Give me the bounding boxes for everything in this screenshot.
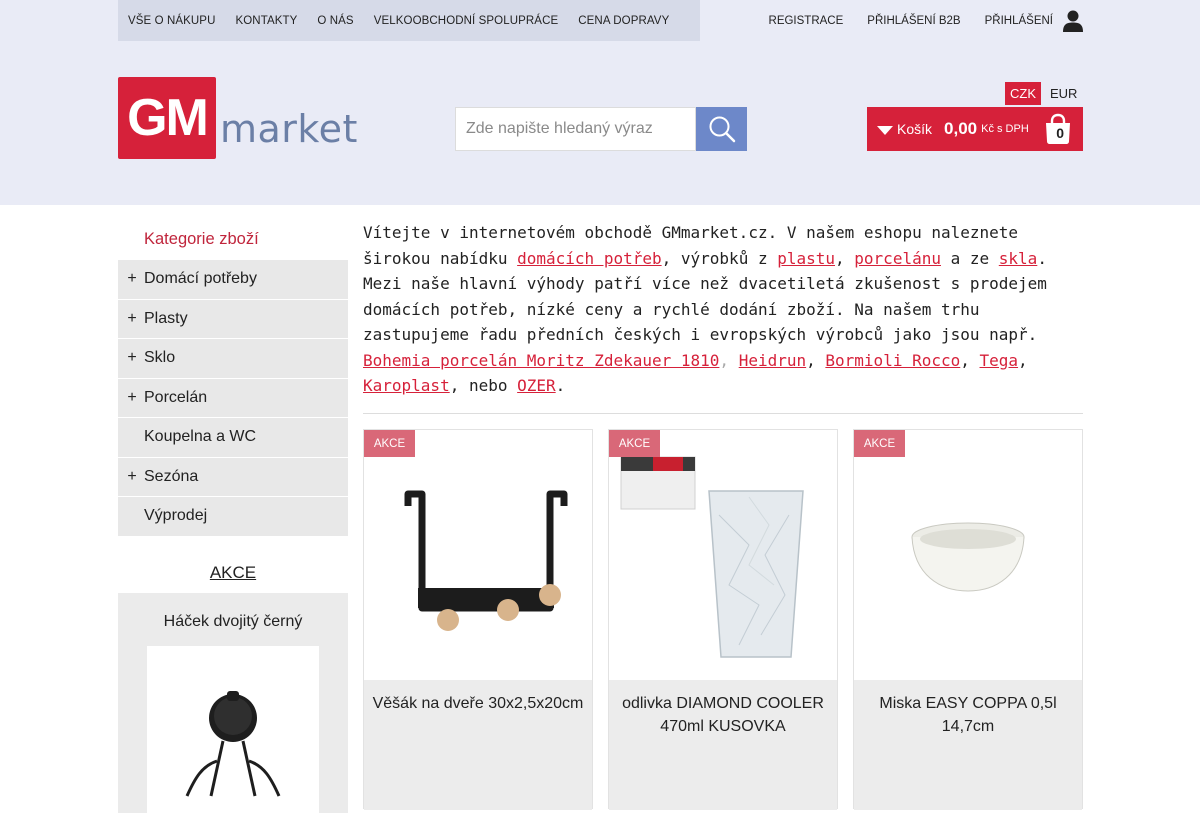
cart-amount: 0,00	[944, 119, 978, 138]
expand-icon[interactable]: +	[118, 389, 144, 407]
category-label: Výprodej	[144, 507, 208, 525]
nav-kontakty[interactable]: KONTAKTY	[235, 15, 297, 27]
intro-text-part: a ze	[940, 248, 999, 268]
category-label: Sklo	[144, 349, 176, 367]
link-tega[interactable]: Tega	[980, 351, 1019, 370]
link-heidrun[interactable]: Heidrun	[739, 351, 806, 370]
category-heading: Kategorie zboží	[144, 230, 259, 248]
link-skla[interactable]: skla	[999, 249, 1038, 268]
intro-text-part: .	[555, 376, 566, 395]
intro-text: Vítejte v internetovém obchodě GMmarket.…	[363, 220, 1083, 399]
intro-text-part: , výrobků z	[661, 248, 778, 268]
category-label: Domácí potřeby	[144, 270, 257, 288]
promo-product[interactable]: Háček dvojitý černý	[118, 592, 348, 816]
intro-text-part: ,	[1018, 350, 1028, 370]
currency-eur[interactable]: EUR	[1045, 82, 1082, 105]
link-bormioli-rocco[interactable]: Bormioli Rocco	[825, 351, 960, 370]
nav-velkoobchodni-spoluprace[interactable]: VELKOOBCHODNÍ SPOLUPRÁCE	[374, 15, 559, 27]
register-link[interactable]: REGISTRACE	[769, 15, 844, 27]
link-porcelanu[interactable]: porcelánu	[854, 249, 941, 268]
product-grid: AKCE Věšák na dveře 30x2,5x20cm AKCE odl…	[363, 429, 1098, 810]
sale-badge: AKCE	[609, 430, 660, 457]
intro-text-part: ,	[806, 350, 826, 370]
top-navigation: VŠE O NÁKUPU KONTAKTY O NÁS VELKOOBCHODN…	[118, 0, 700, 41]
promo-product-image[interactable]	[147, 645, 319, 816]
product-image[interactable]	[609, 430, 837, 680]
category-label: Koupelna a WC	[144, 428, 257, 446]
glass-illustration	[620, 456, 804, 658]
nav-o-nas[interactable]: O NÁS	[317, 15, 353, 27]
product-name[interactable]: Věšák na dveře 30x2,5x20cm	[364, 680, 592, 810]
search-button[interactable]	[696, 107, 747, 151]
nav-vse-o-nakupu[interactable]: VŠE O NÁKUPU	[128, 15, 215, 27]
product-name[interactable]: odlivka DIAMOND COOLER 470ml KUSOVKA	[609, 680, 837, 810]
intro-text-part: , nebo	[449, 376, 518, 395]
link-plastu[interactable]: plastu	[777, 249, 835, 268]
account-links: REGISTRACE PŘIHLÁŠENÍ B2B PŘIHLÁŠENÍ	[745, 0, 1083, 41]
akce-link[interactable]: AKCE	[118, 563, 348, 583]
b2b-login-link[interactable]: PŘIHLÁŠENÍ B2B	[867, 15, 960, 27]
login-link[interactable]: PŘIHLÁŠENÍ	[985, 15, 1053, 27]
bowl-illustration	[911, 522, 1025, 592]
category-vyprodej[interactable]: Výprodej	[118, 497, 348, 537]
cart-button[interactable]: Košík 0,00 Kč s DPH 0	[867, 107, 1083, 151]
link-domaci-potreby[interactable]: domácích potřeb	[517, 249, 662, 268]
product-image[interactable]	[854, 430, 1082, 680]
user-icon[interactable]	[1063, 10, 1083, 32]
double-hook-illustration	[185, 690, 281, 797]
category-label: Porcelán	[144, 388, 208, 406]
category-porcelan[interactable]: + Porcelán	[118, 378, 348, 418]
product-card[interactable]: AKCE odlivka DIAMOND COOLER 470ml KUSOVK…	[608, 429, 838, 810]
product-card[interactable]: AKCE Věšák na dveře 30x2,5x20cm	[363, 429, 593, 810]
nav-cena-dopravy[interactable]: CENA DOPRAVY	[578, 15, 669, 27]
intro-text-part: ,	[835, 248, 855, 268]
category-koupelna-a-wc[interactable]: Koupelna a WC	[118, 418, 348, 458]
cart-currency-note: Kč s DPH	[981, 123, 1029, 135]
product-image[interactable]	[364, 430, 592, 680]
door-hanger-illustration	[404, 490, 568, 631]
expand-icon[interactable]: +	[118, 349, 144, 367]
content-divider	[363, 413, 1083, 414]
cart-label: Košík	[897, 121, 933, 137]
promo-product-name: Háček dvojitý černý	[163, 612, 303, 630]
category-sezona[interactable]: + Sezóna	[118, 457, 348, 497]
expand-icon[interactable]: +	[118, 310, 144, 328]
expand-icon[interactable]: +	[118, 468, 144, 486]
site-logo[interactable]: GM market	[118, 77, 358, 159]
intro-text-part: ,	[960, 350, 980, 370]
currency-switcher: CZK EUR	[1005, 82, 1086, 105]
logo-word: market	[220, 107, 358, 151]
category-plasty[interactable]: + Plasty	[118, 299, 348, 339]
product-name[interactable]: Miska EASY COPPA 0,5l 14,7cm	[854, 680, 1082, 810]
currency-czk[interactable]: CZK	[1005, 82, 1041, 105]
category-label: Plasty	[144, 309, 188, 327]
search-bar	[455, 107, 747, 151]
link-ozer[interactable]: OZER	[517, 376, 556, 395]
intro-text-part: ,	[719, 350, 739, 370]
search-input[interactable]	[455, 107, 696, 151]
product-card[interactable]: AKCE Miska EASY COPPA 0,5l 14,7cm	[853, 429, 1083, 810]
logo-mark: GM	[118, 77, 216, 159]
expand-icon[interactable]: +	[118, 270, 144, 288]
link-karoplast[interactable]: Karoplast	[363, 376, 450, 395]
category-label: Sezóna	[144, 467, 199, 485]
category-sklo[interactable]: + Sklo	[118, 339, 348, 379]
sale-badge: AKCE	[854, 430, 905, 457]
cart-count: 0	[1056, 125, 1064, 141]
search-icon	[709, 116, 735, 143]
category-sidebar: Kategorie zboží + Domácí potřeby + Plasty …	[118, 220, 348, 816]
category-domaci-potreby[interactable]: + Domácí potřeby	[118, 260, 348, 300]
link-bohemia-porcelan[interactable]: Bohemia porcelán Moritz Zdekauer 1810	[363, 351, 719, 370]
cart-dropdown-icon	[877, 126, 893, 135]
sale-badge: AKCE	[364, 430, 415, 457]
